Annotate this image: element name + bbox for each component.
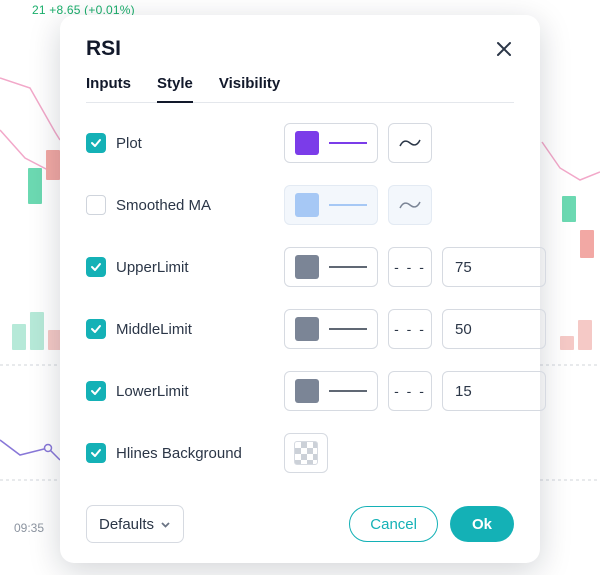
defaults-dropdown[interactable]: Defaults <box>86 505 184 543</box>
lower-line-preview <box>329 386 367 396</box>
hlines-background-checkbox[interactable] <box>86 443 106 463</box>
chevron-down-icon <box>160 519 171 530</box>
tab-visibility[interactable]: Visibility <box>219 75 280 102</box>
middle-limit-label: MiddleLimit <box>116 321 192 338</box>
smoothed-line-preview <box>329 200 367 210</box>
plot-checkbox[interactable] <box>86 133 106 153</box>
plot-line-preview <box>329 138 367 148</box>
upper-value-input[interactable]: 75 <box>442 247 546 287</box>
upper-limit-label: UpperLimit <box>116 259 189 276</box>
smoothed-color-line-picker[interactable] <box>284 185 378 225</box>
plot-color-line-picker[interactable] <box>284 123 378 163</box>
transparency-checker-icon <box>294 441 318 465</box>
row-lower-limit: LowerLimit - - - 15 <box>86 367 514 415</box>
defaults-label: Defaults <box>99 516 154 533</box>
tab-style[interactable]: Style <box>157 75 193 102</box>
upper-line-preview <box>329 262 367 272</box>
smoothed-line-style-picker[interactable] <box>388 185 432 225</box>
ok-button[interactable]: Ok <box>450 506 514 542</box>
middle-limit-checkbox[interactable] <box>86 319 106 339</box>
lower-dash-picker[interactable]: - - - <box>388 371 432 411</box>
plot-label: Plot <box>116 135 142 152</box>
tab-inputs[interactable]: Inputs <box>86 75 131 102</box>
cancel-button[interactable]: Cancel <box>349 506 438 542</box>
smoothed-color-swatch <box>295 193 319 217</box>
middle-color-swatch <box>295 317 319 341</box>
lower-color-swatch <box>295 379 319 403</box>
upper-limit-checkbox[interactable] <box>86 257 106 277</box>
upper-dash-picker[interactable]: - - - <box>388 247 432 287</box>
upper-color-line-picker[interactable] <box>284 247 378 287</box>
lower-limit-label: LowerLimit <box>116 383 189 400</box>
smoothed-ma-label: Smoothed MA <box>116 197 211 214</box>
hlines-background-color-picker[interactable] <box>284 433 328 473</box>
row-hlines-background: Hlines Background <box>86 429 514 477</box>
row-plot: Plot <box>86 119 514 167</box>
lower-color-line-picker[interactable] <box>284 371 378 411</box>
upper-color-swatch <box>295 255 319 279</box>
indicator-settings-dialog: RSI Inputs Style Visibility Plot <box>60 15 540 563</box>
dialog-title: RSI <box>86 37 121 61</box>
lower-limit-checkbox[interactable] <box>86 381 106 401</box>
middle-color-line-picker[interactable] <box>284 309 378 349</box>
hlines-background-label: Hlines Background <box>116 445 242 462</box>
row-upper-limit: UpperLimit - - - 75 <box>86 243 514 291</box>
row-middle-limit: MiddleLimit - - - 50 <box>86 305 514 353</box>
plot-line-style-picker[interactable] <box>388 123 432 163</box>
middle-value-input[interactable]: 50 <box>442 309 546 349</box>
smoothed-ma-checkbox[interactable] <box>86 195 106 215</box>
bg-time-axis-label: 09:35 <box>14 521 44 535</box>
middle-dash-picker[interactable]: - - - <box>388 309 432 349</box>
middle-line-preview <box>329 324 367 334</box>
lower-value-input[interactable]: 15 <box>442 371 546 411</box>
tabs: Inputs Style Visibility <box>86 75 514 103</box>
plot-color-swatch <box>295 131 319 155</box>
close-icon[interactable] <box>494 39 514 59</box>
row-smoothed-ma: Smoothed MA <box>86 181 514 229</box>
